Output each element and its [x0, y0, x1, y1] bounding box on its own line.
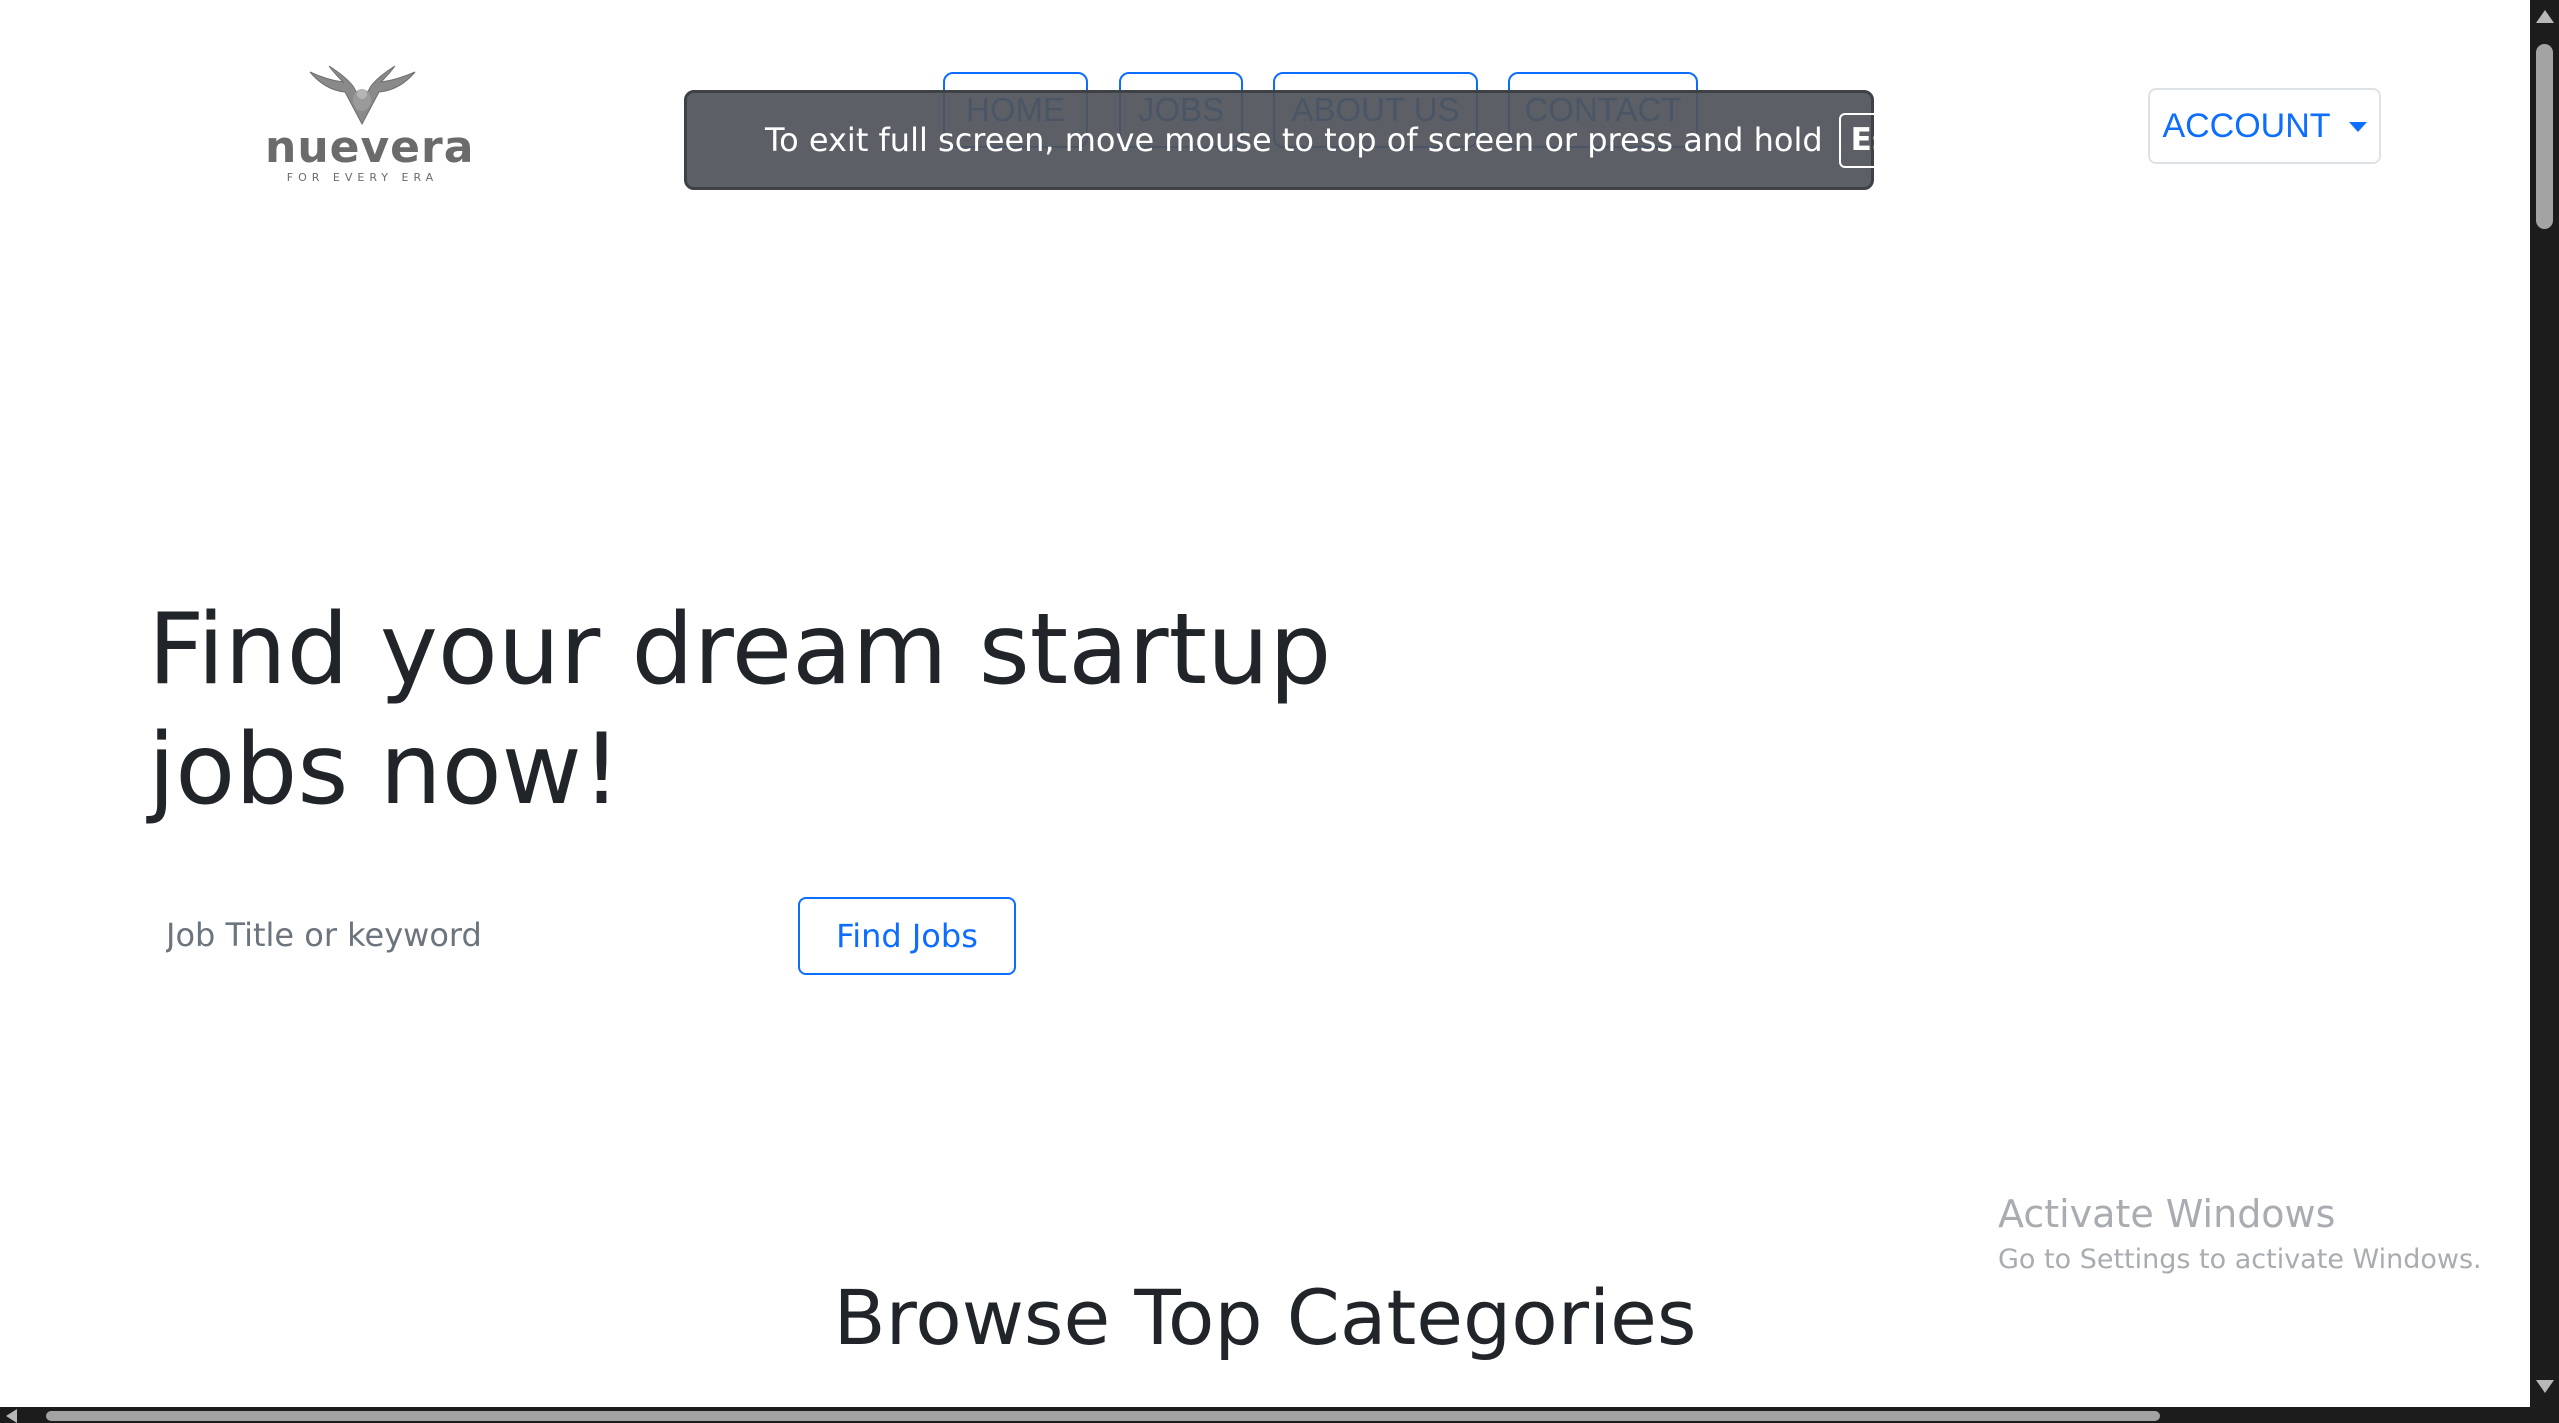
logo-tagline: FOR EVERY ERA — [286, 171, 439, 184]
hero-title: Find your dream startup jobs now! — [148, 593, 1332, 827]
vertical-scrollbar[interactable] — [2530, 0, 2559, 1407]
scroll-up-arrow-icon[interactable] — [2536, 10, 2554, 23]
vertical-scroll-thumb[interactable] — [2536, 44, 2553, 229]
find-jobs-button[interactable]: Find Jobs — [798, 897, 1016, 975]
windows-activation-watermark: Activate Windows Go to Settings to activ… — [1998, 1190, 2482, 1278]
watermark-title: Activate Windows — [1998, 1192, 2336, 1236]
scroll-left-arrow-icon[interactable] — [6, 1409, 17, 1423]
job-search-input[interactable] — [148, 905, 768, 965]
logo-wordmark: nuevera — [265, 122, 475, 173]
account-dropdown-button[interactable]: ACCOUNT — [2148, 88, 2381, 164]
fullscreen-message: To exit full screen, move mouse to top o… — [765, 121, 1823, 159]
horizontal-scrollbar[interactable] — [0, 1407, 2559, 1423]
page: nuevera FOR EVERY ERA HOME JOBS ABOUT US… — [0, 0, 2559, 1423]
esc-key-badge: Esc — [1838, 112, 1921, 168]
account-label: ACCOUNT — [2162, 106, 2331, 145]
browse-categories-title: Browse Top Categories — [833, 1273, 1697, 1362]
brand-logo[interactable]: nuevera FOR EVERY ERA — [265, 62, 475, 187]
caret-down-icon — [2348, 122, 2367, 132]
horizontal-scroll-thumb[interactable] — [46, 1411, 2160, 1421]
scroll-down-arrow-icon[interactable] — [2536, 1380, 2554, 1393]
fullscreen-notice: To exit full screen, move mouse to top o… — [684, 90, 1921, 190]
